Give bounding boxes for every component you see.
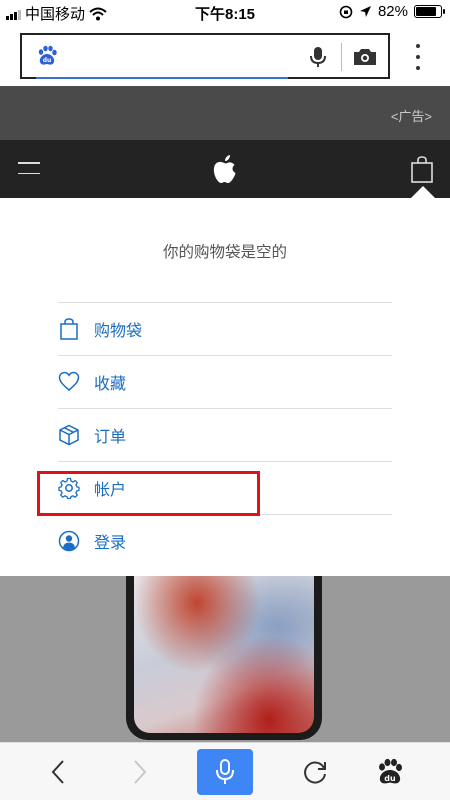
product-image bbox=[0, 576, 450, 742]
phone-image bbox=[126, 576, 322, 740]
ad-label: <广告> bbox=[390, 109, 432, 124]
apple-nav-bar bbox=[0, 140, 450, 198]
divider bbox=[341, 43, 342, 71]
shopping-bag-icon[interactable] bbox=[410, 155, 434, 183]
apple-logo-icon[interactable] bbox=[211, 154, 237, 184]
menu-item-label: 登录 bbox=[94, 535, 127, 552]
location-icon bbox=[359, 6, 371, 17]
heart-icon bbox=[58, 371, 80, 391]
baidu-paw-icon[interactable]: du bbox=[375, 757, 405, 787]
status-bar: 中国移动 下午8:15 82% bbox=[0, 0, 450, 24]
address-box[interactable]: du bbox=[20, 33, 390, 79]
menu-item-sign-in[interactable]: 登录 bbox=[58, 514, 392, 567]
forward-icon[interactable] bbox=[124, 757, 154, 787]
camera-icon[interactable] bbox=[352, 45, 378, 69]
microphone-icon bbox=[216, 759, 234, 784]
menu-item-orders[interactable]: 订单 bbox=[58, 408, 392, 461]
menu-item-label: 订单 bbox=[94, 429, 127, 446]
menu-item-label: 收藏 bbox=[94, 376, 127, 393]
battery-icon bbox=[414, 5, 445, 18]
highlight-box bbox=[37, 471, 260, 516]
box-icon bbox=[59, 424, 79, 446]
address-progress-line bbox=[36, 77, 288, 79]
rotation-lock-icon bbox=[339, 5, 353, 18]
bag-icon bbox=[60, 318, 78, 340]
user-icon bbox=[58, 530, 80, 552]
browser-toolbar: du bbox=[0, 742, 450, 800]
empty-bag-message: 你的购物袋是空的 bbox=[162, 244, 287, 261]
svg-text:du: du bbox=[43, 57, 52, 64]
status-right: 82% bbox=[339, 3, 445, 20]
microphone-icon[interactable] bbox=[306, 45, 330, 69]
menu-item-bag[interactable]: 购物袋 bbox=[58, 302, 392, 355]
voice-search-button[interactable] bbox=[197, 749, 253, 795]
back-icon[interactable] bbox=[44, 757, 74, 787]
battery-fill bbox=[416, 7, 436, 16]
dropdown-caret bbox=[411, 186, 435, 198]
menu-item-label: 购物袋 bbox=[94, 323, 143, 340]
more-vertical-icon[interactable] bbox=[406, 44, 430, 70]
menu-item-favorites[interactable]: 收藏 bbox=[58, 355, 392, 408]
battery-percent: 82% bbox=[377, 3, 408, 20]
hamburger-icon[interactable] bbox=[18, 162, 40, 174]
svg-text:du: du bbox=[384, 774, 396, 783]
bag-menu: 购物袋 收藏 订单 帐户 登录 bbox=[58, 302, 392, 567]
baidu-paw-icon: du bbox=[38, 45, 57, 65]
phone-screen bbox=[134, 576, 314, 733]
bag-dropdown-panel: 你的购物袋是空的 购物袋 收藏 订单 帐户 登录 bbox=[0, 198, 450, 576]
browser-bar: du bbox=[0, 24, 450, 86]
ad-banner[interactable]: <广告> bbox=[0, 86, 450, 140]
refresh-icon[interactable] bbox=[300, 757, 330, 787]
